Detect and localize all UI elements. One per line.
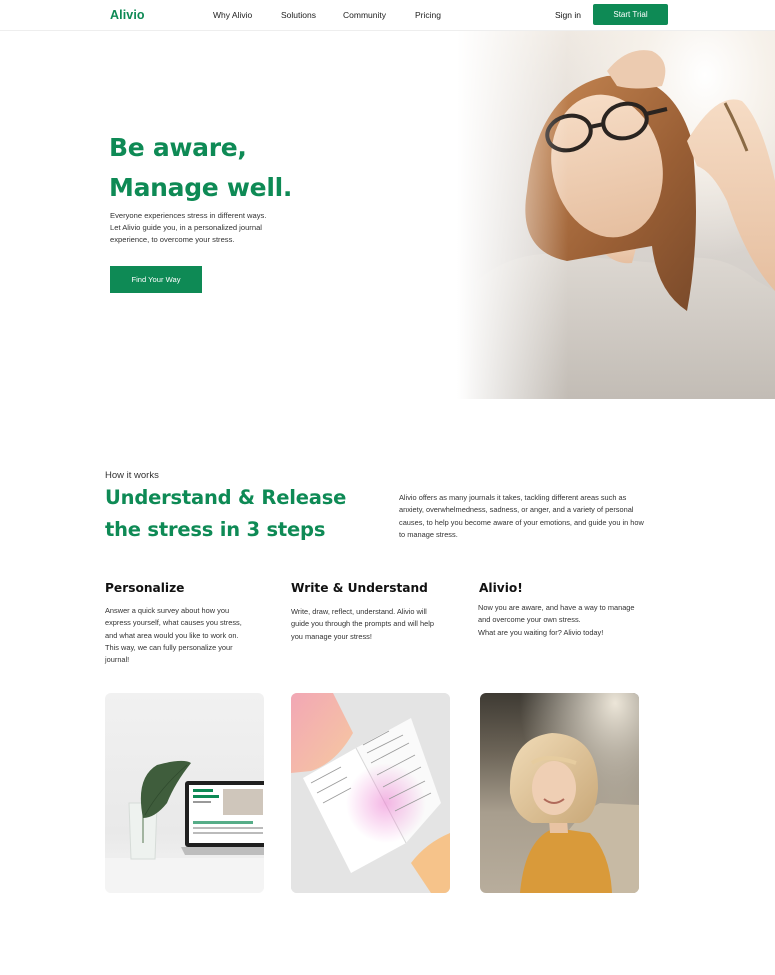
step-text-line: This way, we can fully personalize your [105, 642, 233, 652]
step-text-alivio: Now you are aware, and have a way to man… [478, 602, 653, 639]
image-card-smiling-woman [480, 693, 639, 893]
hero-photo-illustration [457, 31, 775, 399]
section-title-line-1: Understand & Release [105, 486, 347, 509]
step-text-line: Now you are aware, and have a way to man… [478, 603, 635, 612]
section-title-line-2: the stress in 3 steps [105, 518, 326, 541]
logo[interactable]: Alivio [110, 8, 145, 22]
step-title-personalize: Personalize [105, 581, 185, 595]
step-text-line: What are you waiting for? Alivio today! [478, 627, 604, 637]
nav-link-community[interactable]: Community [343, 10, 386, 20]
hero-title-line-1: Be aware, [109, 133, 247, 162]
step-text-line: Answer a quick survey about how you [105, 606, 230, 615]
step-text-line: you manage your stress! [291, 631, 372, 641]
section-description-line: to manage stress. [399, 529, 458, 539]
section-description-line: Alivio offers as many journals it takes,… [399, 493, 627, 502]
nav-link-solutions[interactable]: Solutions [281, 10, 316, 20]
section-description-line: anxiety, overwhelmedness, sadness, or an… [399, 505, 634, 515]
step-text-line: and overcome your own stress. [478, 615, 581, 625]
nav-link-pricing[interactable]: Pricing [415, 10, 441, 20]
hero-description-line: experience, to overcome your stress. [110, 235, 235, 244]
step-title-alivio: Alivio! [479, 581, 523, 595]
hero-image-woman-relaxing [457, 31, 775, 399]
step-text-write-understand: Write, draw, reflect, understand. Alivio… [291, 606, 456, 643]
step-text-line: express yourself, what causes you stress… [105, 618, 242, 628]
sign-in-link[interactable]: Sign in [555, 10, 581, 20]
step-text-line: Write, draw, reflect, understand. Alivio… [291, 607, 427, 616]
step-text-line: journal! [105, 655, 130, 665]
section-description-line: causes, to help you become aware of your… [399, 517, 644, 527]
section-label: How it works [105, 470, 159, 481]
image-card-journal [291, 693, 450, 893]
section-title: Understand & Release the stress in 3 ste… [105, 482, 346, 546]
step-text-line: guide you through the prompts and will h… [291, 619, 434, 629]
laptop-plant-illustration [105, 760, 264, 893]
top-navigation: Alivio Why Alivio Solutions Community Pr… [0, 0, 775, 31]
hero-description-line: Everyone experiences stress in different… [110, 211, 267, 220]
step-text-personalize: Answer a quick survey about how you expr… [105, 605, 265, 666]
hero-title-line-2: Manage well. [109, 173, 293, 202]
hero-description: Everyone experiences stress in different… [110, 210, 290, 246]
nav-link-why-alivio[interactable]: Why Alivio [213, 10, 252, 20]
find-your-way-button[interactable]: Find Your Way [110, 266, 202, 293]
step-title-write-understand: Write & Understand [291, 581, 428, 595]
section-description: Alivio offers as many journals it takes,… [399, 492, 671, 541]
journal-illustration [291, 693, 450, 893]
hero-description-line: Let Alivio guide you, in a personalized … [110, 223, 262, 232]
start-trial-button[interactable]: Start Trial [593, 4, 668, 25]
smiling-woman-illustration [480, 693, 639, 893]
step-text-line: and what area would you like to work on. [105, 630, 239, 640]
image-card-laptop-plant [105, 693, 264, 893]
hero-title: Be aware, Manage well. [109, 128, 292, 208]
